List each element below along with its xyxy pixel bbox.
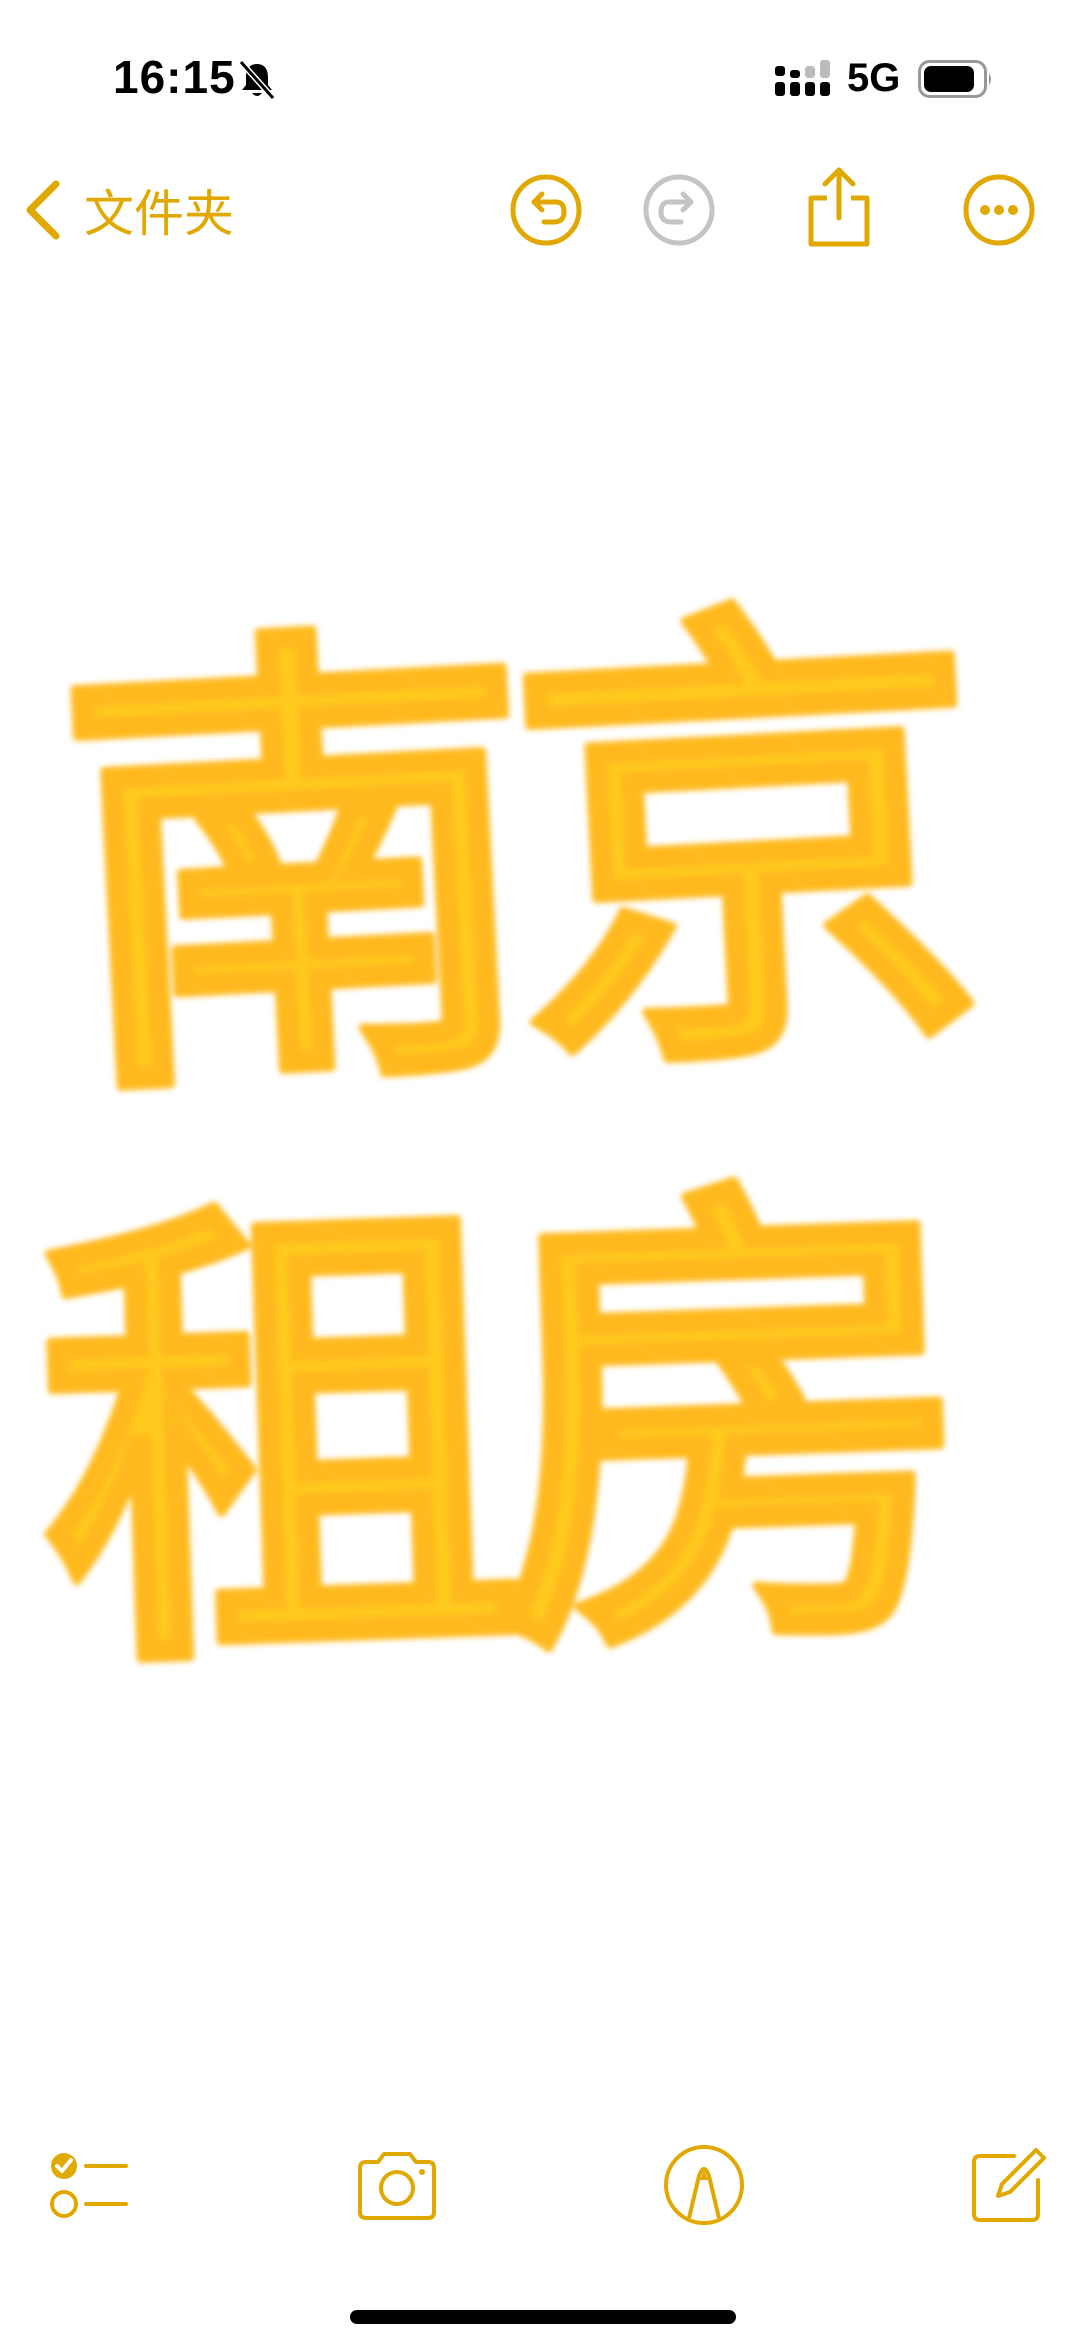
battery-icon <box>918 60 991 98</box>
bottom-toolbar <box>0 2140 1080 2240</box>
signal-icon <box>775 60 830 96</box>
back-button[interactable]: 文件夹 <box>22 170 234 250</box>
bell-slash-icon <box>238 60 276 100</box>
chevron-left-icon <box>26 180 60 240</box>
nav-bar: 文件夹 <box>0 150 1080 270</box>
handwriting-line-1: 南京 <box>49 562 982 1156</box>
handwriting-line-2: 租房 <box>32 1141 951 1731</box>
more-button[interactable] <box>961 172 1037 248</box>
checklist-button[interactable] <box>44 2140 134 2230</box>
note-canvas[interactable]: 南京 租房 <box>0 400 1080 1850</box>
back-label: 文件夹 <box>84 185 234 243</box>
redo-button <box>643 174 715 246</box>
share-button[interactable] <box>803 164 875 248</box>
compose-button[interactable] <box>962 2140 1052 2230</box>
handwriting-drawing: 南京 租房 <box>28 558 986 1735</box>
markup-button[interactable] <box>659 2140 749 2230</box>
undo-button[interactable] <box>508 172 584 248</box>
network-label: 5G <box>847 56 901 100</box>
status-time: 16:15 <box>113 51 236 103</box>
home-indicator[interactable] <box>350 2310 736 2324</box>
camera-button[interactable] <box>352 2140 442 2230</box>
status-bar: 16:15 5G <box>0 0 1080 150</box>
